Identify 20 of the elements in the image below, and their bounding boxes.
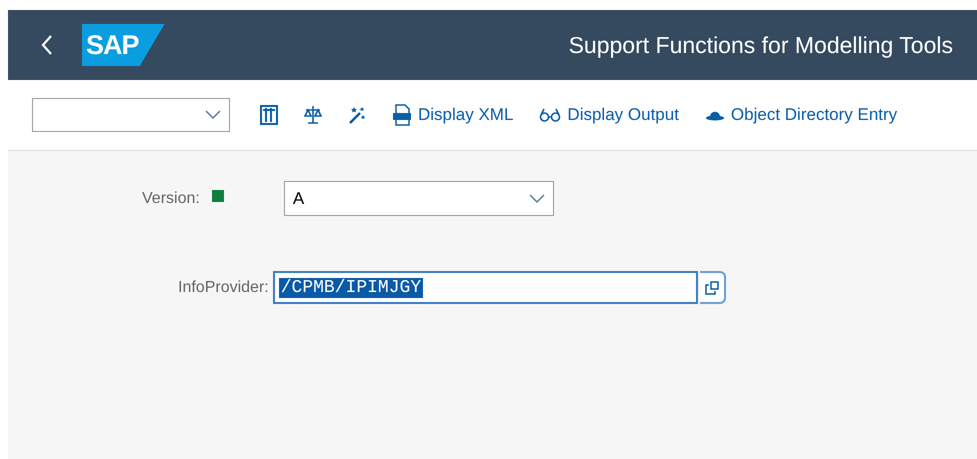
sap-logo: SAP (82, 24, 165, 66)
back-icon[interactable] (40, 34, 54, 56)
chevron-down-icon (528, 194, 545, 204)
value-help-button[interactable] (700, 271, 726, 304)
scales-icon (304, 105, 322, 125)
command-dropdown[interactable] (32, 98, 230, 132)
version-dropdown[interactable]: A (284, 181, 554, 216)
field-label: Version: (142, 190, 200, 208)
toolbar-button[interactable]: Display Output (529, 101, 689, 129)
value-help-icon (704, 280, 720, 296)
toolbar-button[interactable]: Display XML (382, 100, 524, 130)
chevron-down-icon (205, 110, 221, 120)
window-title: Support Functions for Modelling Tools (568, 32, 953, 58)
magic-wand-icon (348, 105, 366, 125)
columns-icon (260, 105, 278, 125)
toolbar-button[interactable]: Object Directory Entry (694, 101, 908, 129)
xml-file-icon (392, 104, 412, 126)
glasses-icon (539, 107, 562, 123)
infoprovider-field[interactable]: /CPMB/IPIMJGY (272, 271, 698, 304)
field-label: InfoProvider: (178, 278, 269, 296)
